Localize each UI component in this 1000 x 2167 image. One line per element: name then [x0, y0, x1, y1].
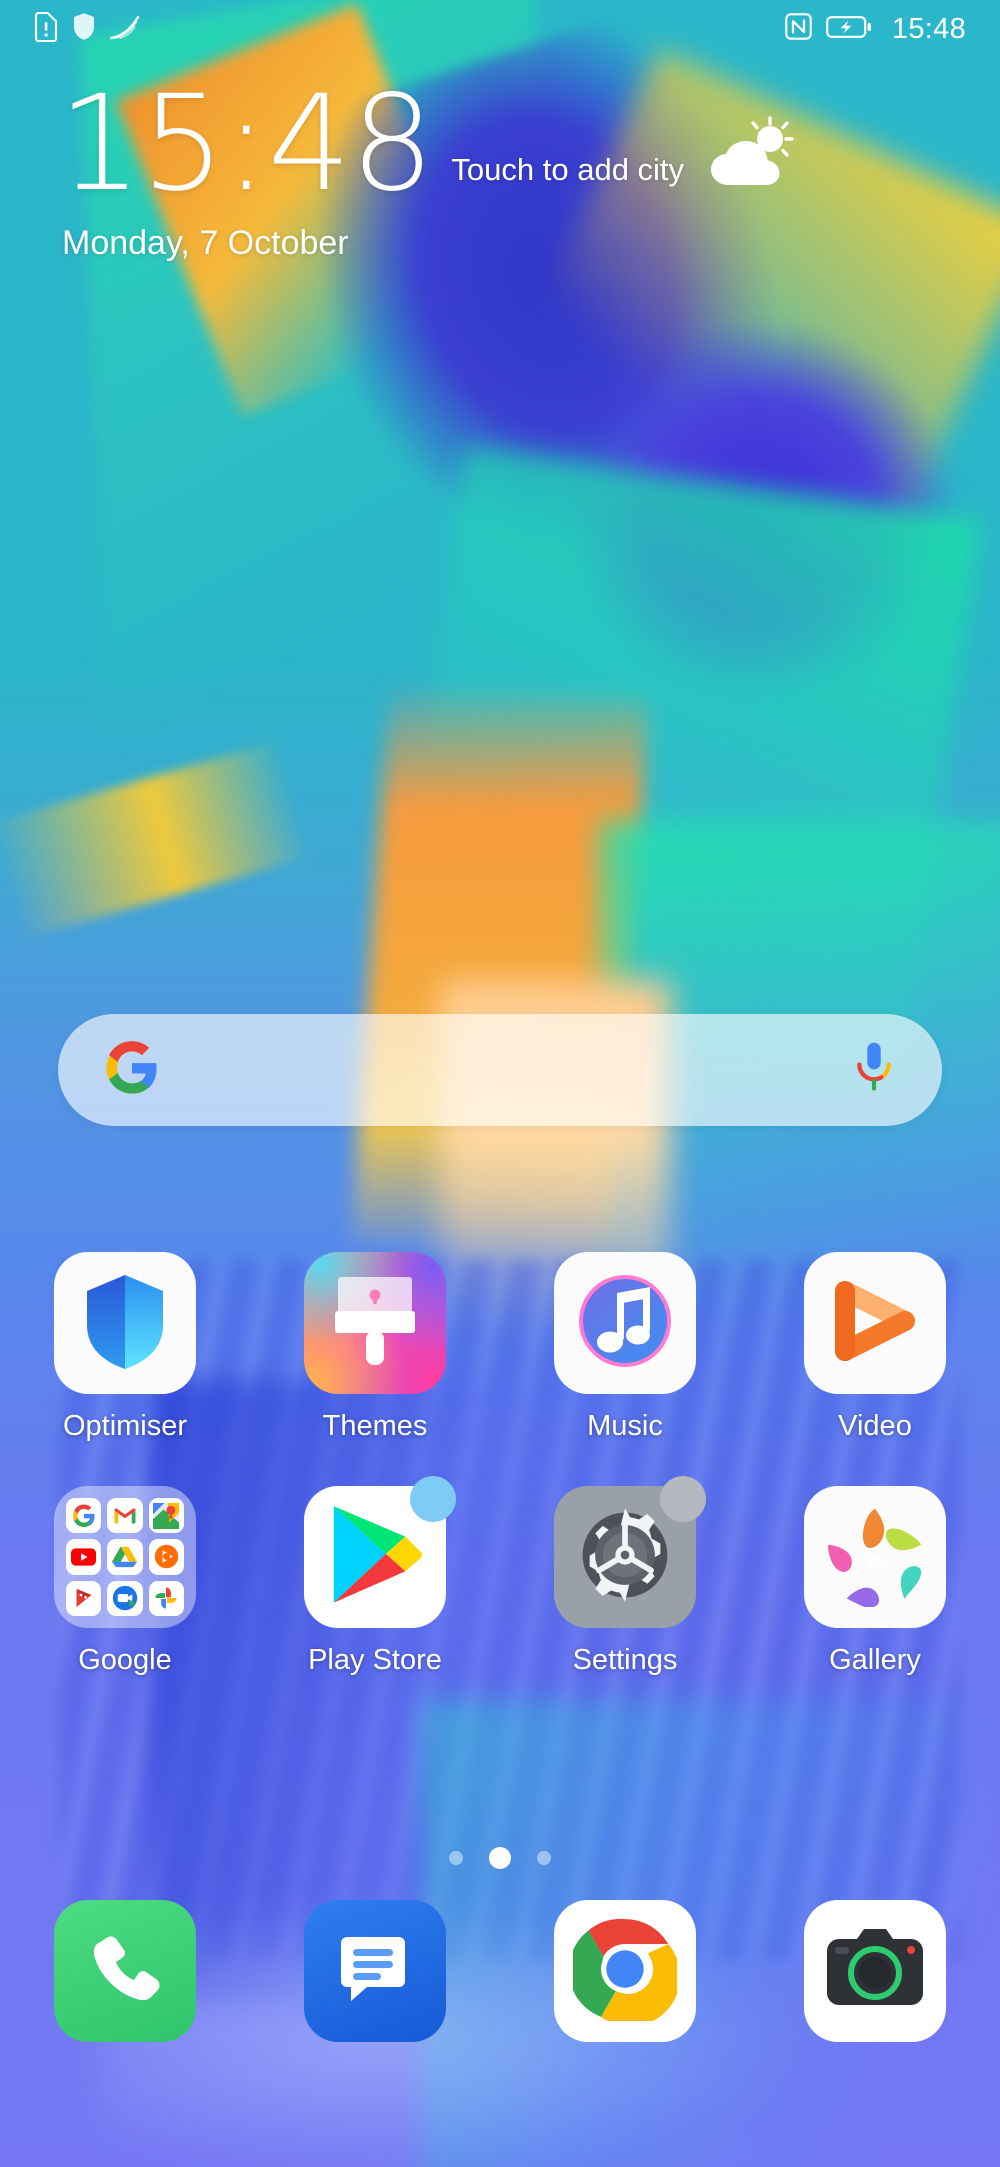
app-label: Settings — [572, 1644, 678, 1676]
app-settings[interactable]: Settings — [500, 1476, 750, 1677]
app-label: Themes — [322, 1410, 428, 1442]
app-row-2: Google Play Store Settings Gallery — [0, 1476, 1000, 1677]
themes-paintbrush-icon — [332, 1273, 418, 1374]
app-label: Optimiser — [62, 1410, 188, 1442]
app-video[interactable]: Video — [750, 1252, 1000, 1443]
clock-date: Monday, 7 October — [62, 224, 349, 262]
camera-icon-box[interactable] — [804, 1900, 946, 2042]
google-folder-grid[interactable] — [54, 1486, 196, 1628]
notification-badge — [410, 1476, 456, 1522]
google-search-icon — [66, 1498, 102, 1534]
camera-icon — [823, 1917, 927, 2026]
app-label: Video — [838, 1410, 912, 1442]
home-screen: 15:48 15:48 Touch to add city Monday, 7 … — [0, 0, 1000, 2167]
messages-icon-box[interactable] — [304, 1900, 446, 2042]
status-bar-clock: 15:48 — [891, 12, 966, 45]
optimiser-icon-box[interactable] — [54, 1252, 196, 1394]
gmail-icon — [107, 1498, 143, 1534]
video-icon-box[interactable] — [804, 1252, 946, 1394]
video-play-icon — [827, 1273, 923, 1374]
themes-icon-box[interactable] — [304, 1252, 446, 1394]
photos-icon — [148, 1580, 184, 1616]
app-label: Gallery — [829, 1644, 921, 1676]
notification-badge — [660, 1476, 706, 1522]
microphone-icon[interactable] — [852, 1040, 896, 1101]
play-store-icon — [327, 1503, 423, 1612]
settings-icon-box[interactable] — [554, 1476, 706, 1628]
google-folder-box[interactable] — [54, 1486, 196, 1628]
messages-icon — [335, 1929, 415, 2014]
youtube-icon — [66, 1539, 102, 1575]
play-movies-icon — [66, 1580, 102, 1616]
dock-app-chrome[interactable] — [500, 1900, 750, 2042]
status-bar-left-icons — [34, 11, 140, 47]
battery-charging-icon — [826, 15, 872, 44]
sim-card-alert-icon — [34, 11, 58, 47]
app-label: Google — [78, 1644, 172, 1676]
chrome-icon — [568, 1917, 681, 2026]
chrome-icon-box[interactable] — [554, 1900, 696, 2042]
folder-google[interactable]: Google — [0, 1486, 250, 1677]
google-g-icon — [104, 1040, 160, 1101]
settings-gear-icon — [572, 1502, 678, 1613]
play-store-icon-box[interactable] — [304, 1476, 456, 1628]
status-bar-right-icons: 15:48 — [785, 13, 966, 46]
duo-icon — [107, 1580, 143, 1616]
signal-waves-icon — [109, 13, 140, 46]
app-music[interactable]: Music — [500, 1252, 750, 1443]
page-indicator[interactable] — [0, 1847, 1000, 1869]
shield-icon — [72, 12, 96, 46]
phone-icon — [83, 1927, 167, 2016]
clock-time: 15:48 — [58, 67, 434, 221]
app-label: Play Store — [308, 1644, 442, 1676]
google-search-bar[interactable] — [58, 1014, 942, 1126]
add-city-prompt[interactable]: Touch to add city — [451, 152, 684, 188]
app-label: Music — [587, 1410, 663, 1442]
music-icon-box[interactable] — [554, 1252, 696, 1394]
clock-widget[interactable]: 15:48 Touch to add city Monday, 7 Octobe… — [0, 78, 1000, 263]
optimiser-shield-icon — [79, 1271, 171, 1376]
maps-icon — [148, 1498, 184, 1534]
status-bar: 15:48 — [0, 0, 1000, 58]
cloud-sun-icon — [704, 115, 800, 194]
nfc-icon — [785, 13, 812, 45]
drive-icon — [107, 1539, 143, 1575]
dock-app-camera[interactable] — [750, 1900, 1000, 2042]
app-themes[interactable]: Themes — [250, 1252, 500, 1443]
app-gallery[interactable]: Gallery — [750, 1486, 1000, 1677]
gallery-icon-box[interactable] — [804, 1486, 946, 1628]
dock — [0, 1900, 1000, 2042]
page-dot-2-active[interactable] — [489, 1847, 511, 1869]
app-row-1: Optimiser Themes Music Video — [0, 1252, 1000, 1443]
page-dot-3[interactable] — [537, 1851, 551, 1865]
app-play-store[interactable]: Play Store — [250, 1476, 500, 1677]
page-dot-1[interactable] — [449, 1851, 463, 1865]
gallery-flower-icon — [823, 1503, 927, 1612]
phone-icon-box[interactable] — [54, 1900, 196, 2042]
clock-row: 15:48 Touch to add city — [58, 78, 942, 210]
app-optimiser[interactable]: Optimiser — [0, 1252, 250, 1443]
dock-app-messages[interactable] — [250, 1900, 500, 2042]
play-music-icon — [148, 1539, 184, 1575]
music-note-icon — [571, 1267, 679, 1380]
dock-app-phone[interactable] — [0, 1900, 250, 2042]
